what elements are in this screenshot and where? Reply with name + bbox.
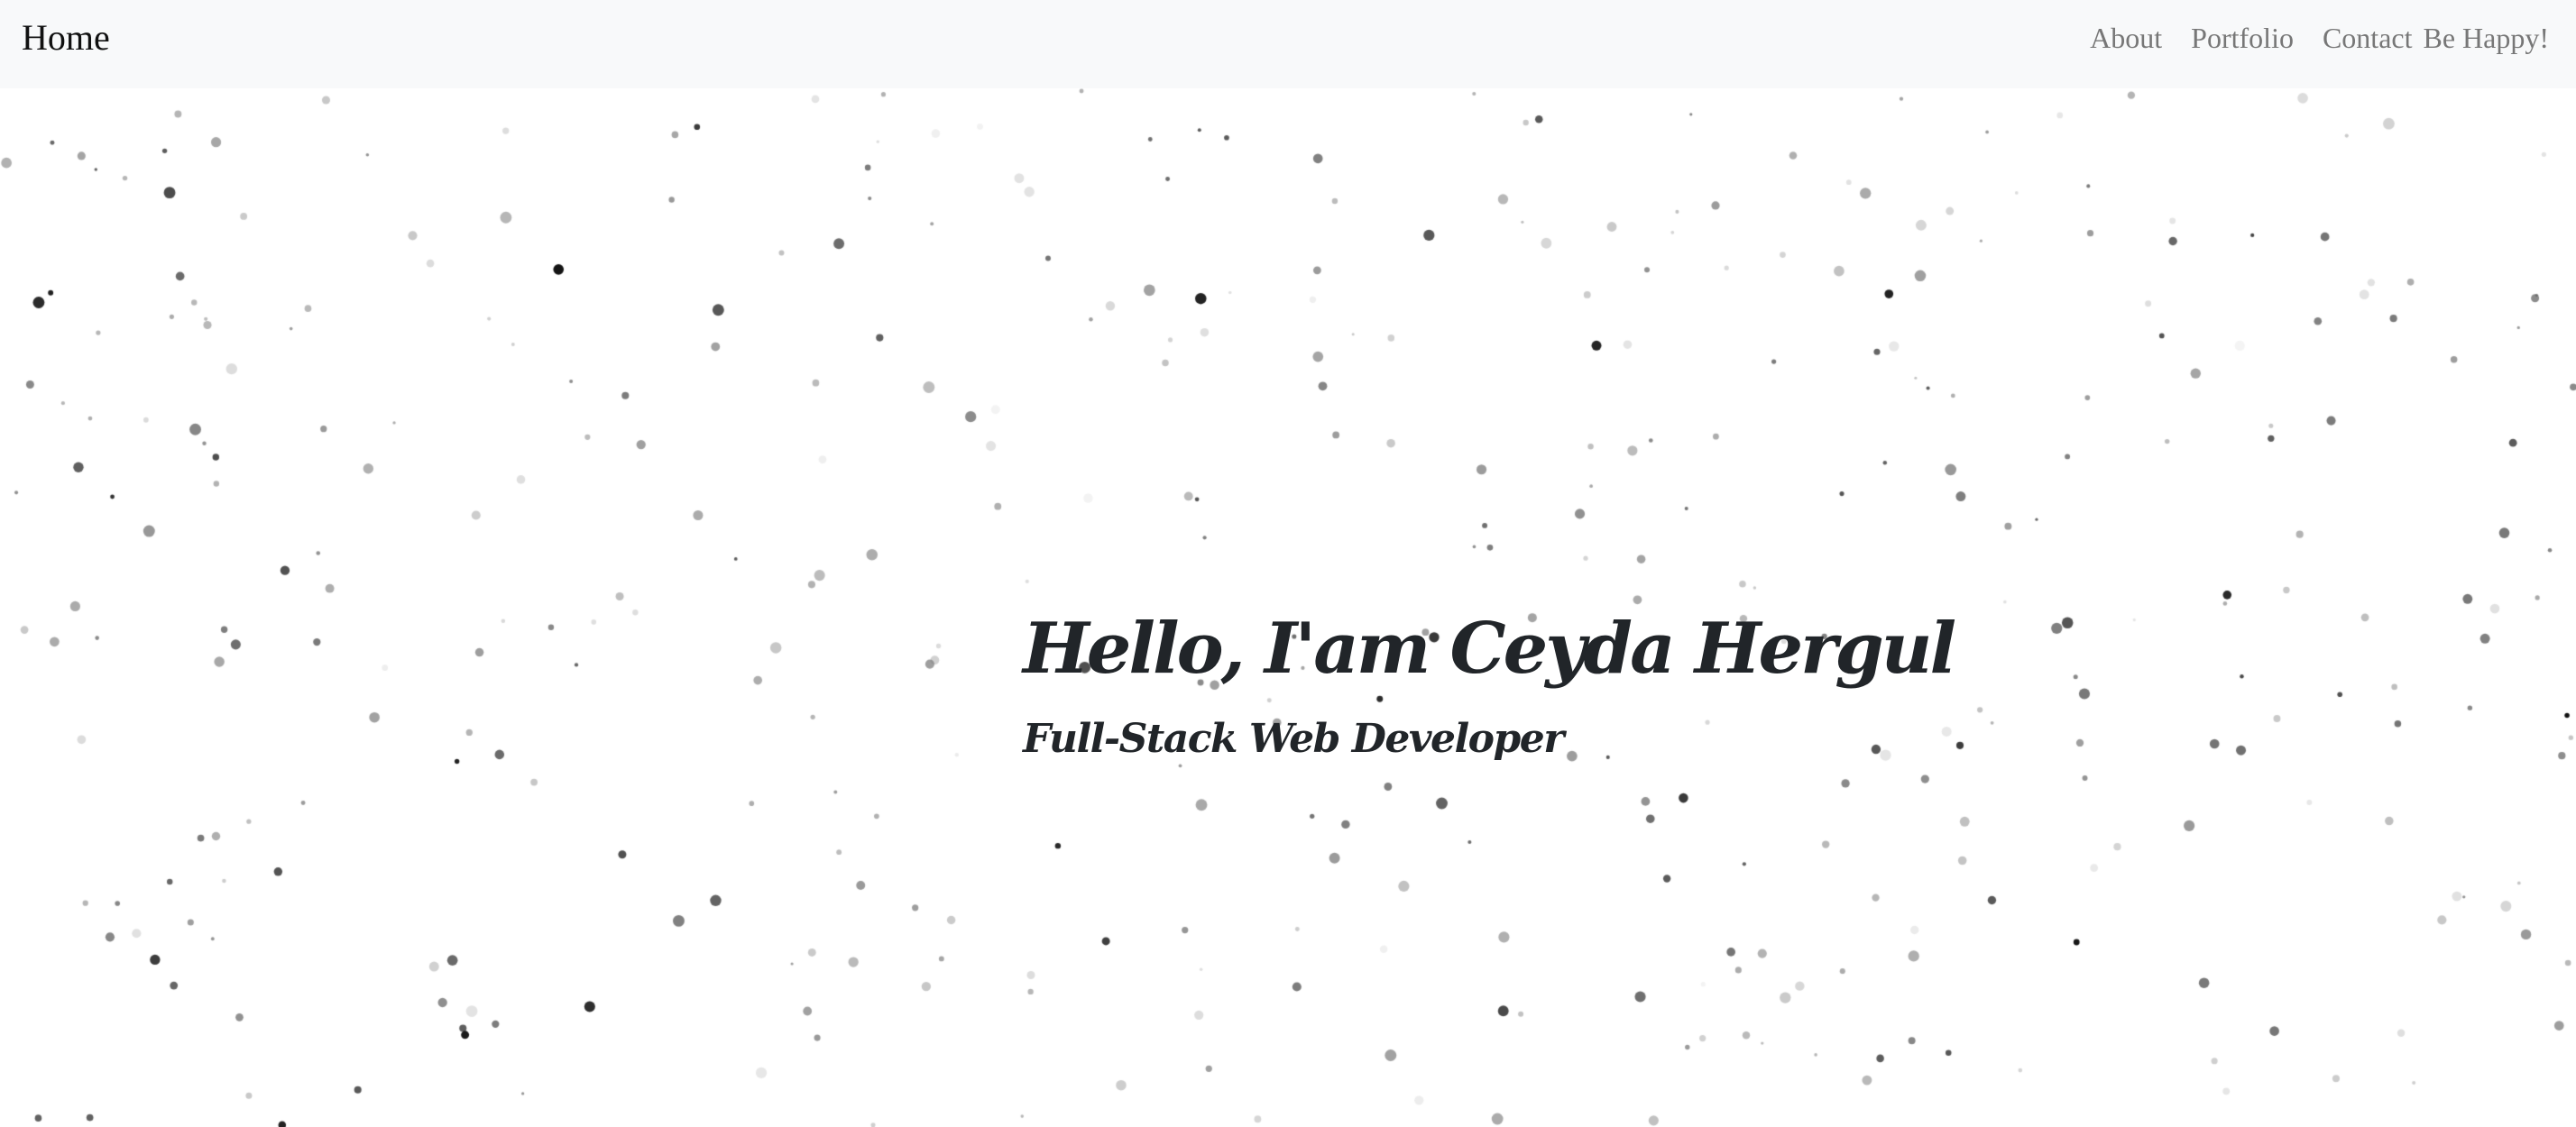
particles-background bbox=[0, 0, 2576, 1127]
home-link[interactable]: Home bbox=[22, 14, 110, 61]
nav-links: About Portfolio Contact Be Happy! bbox=[2090, 18, 2549, 58]
nav-link-portfolio[interactable]: Portfolio bbox=[2191, 18, 2294, 58]
navbar: Home About Portfolio Contact Be Happy! bbox=[0, 0, 2576, 88]
hero-section: Hello, I'am Ceyda Hergul Full-Stack Web … bbox=[1023, 604, 1956, 766]
hero-title: Hello, I'am Ceyda Hergul bbox=[1023, 608, 1956, 690]
nav-tagline: Be Happy! bbox=[2423, 22, 2549, 54]
hero-subtitle: Full-Stack Web Developer bbox=[1023, 716, 1564, 762]
nav-link-about[interactable]: About bbox=[2090, 18, 2162, 58]
nav-link-contact[interactable]: Contact bbox=[2323, 18, 2413, 58]
